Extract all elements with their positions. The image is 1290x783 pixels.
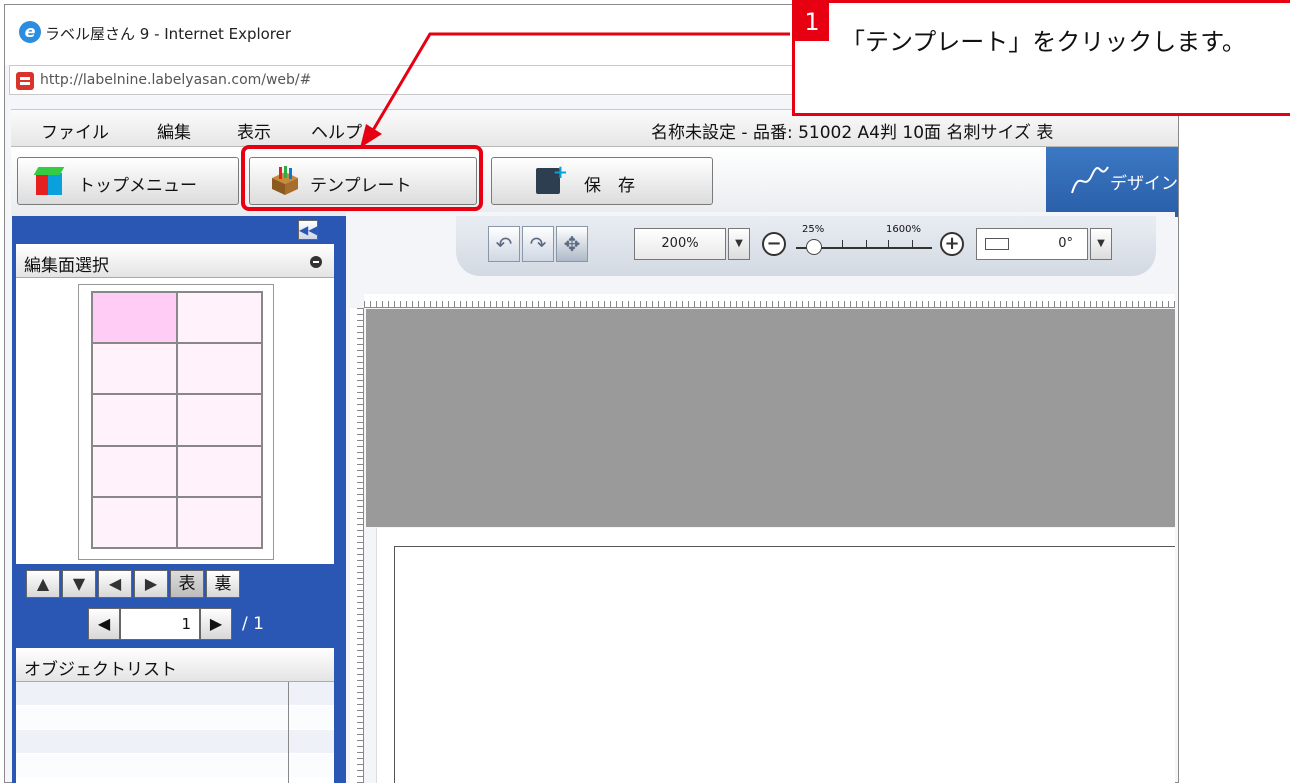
fit-view-icon[interactable]: ✥ [556, 226, 588, 262]
move-right-icon[interactable]: ▶ [134, 570, 168, 598]
step-number: 1 [795, 3, 829, 41]
page-number-input[interactable]: 1 [120, 608, 200, 640]
column-divider [288, 682, 289, 783]
label-cell[interactable] [177, 292, 262, 344]
save-icon [536, 162, 568, 194]
list-item[interactable] [16, 706, 334, 730]
undo-icon[interactable]: ↶ [488, 226, 520, 262]
prev-page-icon[interactable]: ◀ [88, 608, 120, 640]
rotation-select[interactable]: 0° [976, 228, 1088, 260]
label-cell[interactable] [92, 496, 177, 548]
window-title: ラベル屋さん 9 - Internet Explorer [45, 25, 292, 43]
list-item[interactable] [16, 730, 334, 754]
slider-tick [912, 240, 913, 248]
label-cell[interactable] [177, 394, 262, 446]
address-bar[interactable]: http://labelnine.labelyasan.com/web/# [9, 65, 809, 95]
page-navigation: ◀ 1 ▶ / 1 [88, 608, 264, 640]
design-tab-label: デザイン [1110, 174, 1178, 194]
vertical-ruler [350, 308, 364, 783]
rotation-dropdown-icon[interactable]: ▼ [1090, 228, 1112, 260]
slider-tick [888, 240, 889, 248]
object-list-header: オブジェクトリスト [16, 648, 334, 682]
surface-select-title: 編集面選択 [24, 256, 109, 276]
redo-icon[interactable]: ↷ [522, 226, 554, 262]
slider-tick [842, 240, 843, 248]
menu-file[interactable]: ファイル [41, 118, 109, 143]
design-tab[interactable]: デザイン [1046, 147, 1178, 217]
instruction-callout: 1 「テンプレート」をクリックします。 [792, 0, 1290, 116]
address-text: http://labelnine.labelyasan.com/web/# [40, 72, 312, 88]
slider-max-label: 1600% [886, 224, 921, 235]
left-panel: ◀◀ 編集面選択 ▲ ▼ ◀ ▶ 表 裏 ◀ 1 ▶ / 1 オブジェクトリスト [12, 216, 346, 783]
zoom-dropdown-icon[interactable]: ▼ [728, 228, 750, 260]
top-menu-button[interactable]: トップメニュー [17, 157, 239, 205]
surface-select-header: 編集面選択 [16, 244, 334, 278]
horizontal-ruler [364, 294, 1175, 308]
design-pen-icon [1071, 166, 1109, 194]
zoom-out-icon[interactable]: − [762, 232, 786, 256]
top-menu-label: トップメニュー [78, 176, 197, 196]
label-cell[interactable] [92, 445, 177, 497]
rotation-rect-icon [985, 238, 1009, 250]
move-up-icon[interactable]: ▲ [26, 570, 60, 598]
slider-tick [866, 240, 867, 248]
label-edit-area[interactable] [394, 546, 1175, 783]
canvas-area: ↶ ↷ ✥ 200% ▼ − 25% 1600% + 0° ▼ [346, 212, 1175, 783]
label-cell[interactable] [92, 343, 177, 395]
collapse-section-icon[interactable] [310, 256, 322, 268]
cell-navigation: ▲ ▼ ◀ ▶ 表 裏 [26, 570, 240, 598]
move-down-icon[interactable]: ▼ [62, 570, 96, 598]
list-item[interactable] [16, 754, 334, 778]
rotation-value: 0° [1058, 236, 1073, 251]
label-cell[interactable] [177, 496, 262, 548]
label-cell[interactable] [177, 445, 262, 497]
label-cell[interactable] [92, 394, 177, 446]
list-item[interactable] [16, 682, 334, 706]
zoom-select[interactable]: 200% [634, 228, 726, 260]
instruction-text: 「テンプレート」をクリックします。 [841, 28, 1246, 56]
zoom-slider-thumb[interactable] [806, 239, 822, 255]
save-label: 保 存 [584, 176, 635, 196]
workspace-background [366, 309, 1175, 527]
main-toolbar: トップメニュー テンプレート 保 存 デザイン [11, 147, 1178, 217]
front-side-button[interactable]: 表 [170, 570, 204, 598]
template-highlight [241, 145, 483, 211]
menu-view[interactable]: 表示 [237, 118, 271, 143]
label-cell[interactable] [177, 343, 262, 395]
object-list-rows [16, 682, 334, 783]
internet-explorer-icon: e [19, 21, 41, 43]
move-left-icon[interactable]: ◀ [98, 570, 132, 598]
surface-select-section: 編集面選択 [16, 244, 334, 564]
menu-edit[interactable]: 編集 [157, 118, 191, 143]
next-page-icon[interactable]: ▶ [200, 608, 232, 640]
label-sheet-thumbnail [78, 284, 274, 560]
object-list-section: オブジェクトリスト [16, 648, 334, 783]
label-cell[interactable] [92, 292, 177, 344]
back-side-button[interactable]: 裏 [206, 570, 240, 598]
save-button[interactable]: 保 存 [491, 157, 713, 205]
slider-min-label: 25% [802, 224, 825, 235]
document-title: 名称未設定 - 品番: 51002 A4判 10面 名刺サイズ 表 [651, 123, 1054, 143]
zoom-in-icon[interactable]: + [940, 232, 964, 256]
object-list-title: オブジェクトリスト [24, 660, 177, 680]
label-grid [91, 291, 263, 549]
collapse-panel-icon[interactable]: ◀◀ [298, 220, 318, 240]
page-total: / 1 [242, 614, 264, 634]
site-favicon-icon [16, 72, 34, 90]
menu-help[interactable]: ヘルプ [311, 118, 362, 143]
cube-icon [33, 167, 65, 195]
canvas-toolbar: ↶ ↷ ✥ 200% ▼ − 25% 1600% + 0° ▼ [456, 216, 1156, 276]
